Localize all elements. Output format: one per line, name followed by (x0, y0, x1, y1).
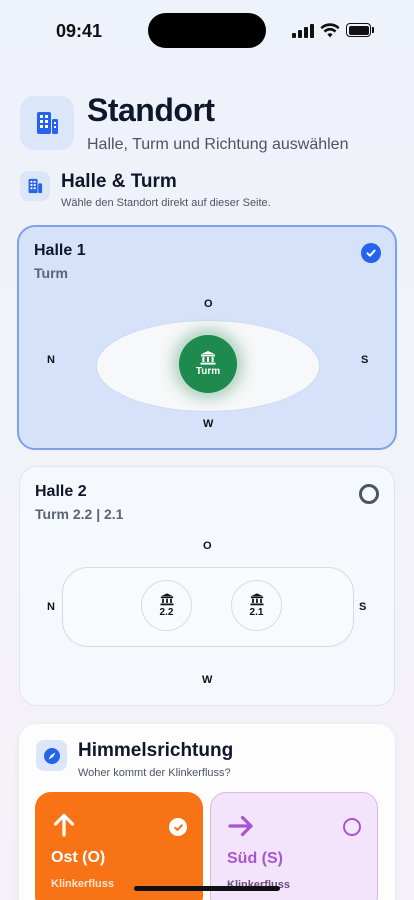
tower-button-2-2[interactable]: 2.2 (141, 580, 192, 631)
building-icon (20, 171, 50, 201)
section-subtitle-direction: Woher kommt der Klinkerfluss? (78, 767, 231, 779)
direction-card: Himmelsrichtung Woher kommt der Klinkerf… (19, 724, 395, 900)
section-subtitle-hall: Wähle den Standort direkt auf dieser Sei… (61, 197, 271, 209)
checkmark-icon (361, 243, 381, 263)
section-title-hall: Halle & Turm (61, 171, 177, 192)
status-bar: 09:41 (0, 0, 414, 60)
building-icon (20, 96, 74, 150)
direction-label: Süd (S) (227, 850, 283, 867)
direction-option-east[interactable]: Ost (O) Klinkerfluss (35, 792, 203, 900)
tower-icon (159, 593, 174, 606)
arrow-right-icon (228, 815, 253, 837)
page-subtitle: Halle, Turm und Richtung auswählen (87, 136, 349, 153)
battery-icon (346, 23, 374, 37)
tower-button-2-1[interactable]: 2.1 (231, 580, 282, 631)
compass-south-label: S (361, 354, 369, 366)
tower-icon (200, 351, 216, 365)
status-time: 09:41 (56, 21, 103, 41)
hall-floor (62, 567, 354, 647)
tower-label: 2.2 (159, 607, 174, 618)
direction-label: Ost (O) (51, 849, 106, 866)
dynamic-island (148, 13, 266, 48)
arrow-up-icon (53, 813, 75, 837)
hall-title: Halle 2 (35, 483, 87, 500)
radio-unselected-icon (343, 818, 361, 836)
hall-subtitle: Turm 2.2 | 2.1 (35, 506, 124, 522)
tower-label: 2.1 (249, 607, 264, 618)
home-indicator[interactable] (134, 886, 280, 891)
compass-north-label: N (47, 601, 55, 613)
wifi-icon (320, 23, 340, 38)
hall-card-2[interactable]: Halle 2 Turm 2.2 | 2.1 O N S W 2.2 2.1 (19, 466, 395, 706)
tower-icon (249, 593, 264, 606)
hall-title: Halle 1 (34, 242, 86, 259)
compass-east-label: O (203, 540, 212, 552)
direction-option-south[interactable]: Süd (S) Klinkerfluss (210, 792, 378, 900)
signal-icon (292, 24, 314, 38)
compass-south-label: S (359, 601, 367, 613)
hall-subtitle: Turm (34, 265, 68, 281)
compass-west-label: W (203, 418, 214, 430)
checkmark-icon (169, 818, 187, 836)
direction-caption: Klinkerfluss (51, 878, 114, 890)
tower-label: Turm (195, 366, 221, 377)
compass-west-label: W (202, 674, 213, 686)
section-title-direction: Himmelsrichtung (78, 740, 234, 761)
compass-north-label: N (47, 354, 55, 366)
compass-east-label: O (204, 298, 213, 310)
hall-card-1[interactable]: Halle 1 Turm O N S W Turm (17, 225, 397, 450)
page-title: Standort (87, 92, 215, 128)
radio-unselected-icon (359, 484, 379, 504)
compass-icon (36, 740, 67, 771)
tower-button[interactable]: Turm (179, 335, 237, 393)
